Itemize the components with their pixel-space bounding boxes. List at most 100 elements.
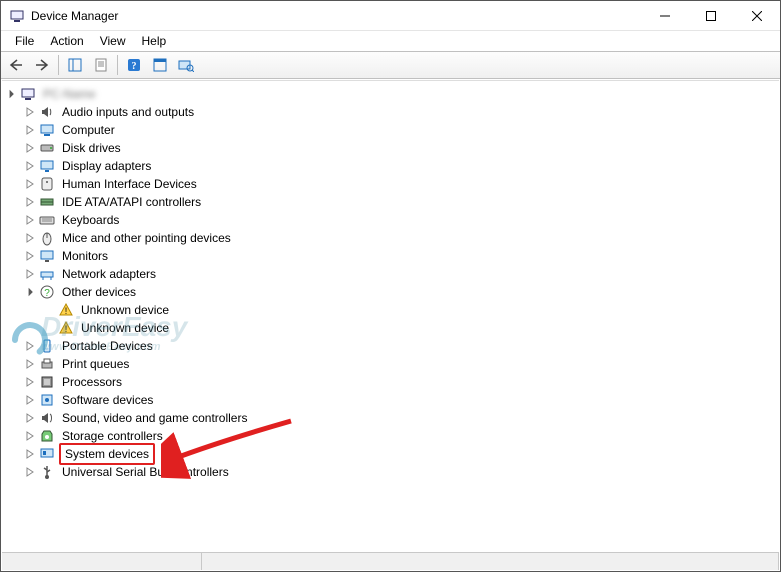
- computer-root-icon: [20, 86, 36, 102]
- tree-item[interactable]: System devices: [4, 445, 779, 463]
- software-icon: [39, 392, 55, 408]
- warning-icon: !: [58, 320, 74, 336]
- system-icon: [39, 446, 55, 462]
- toolbar-separator: [58, 55, 59, 75]
- menubar: File Action View Help: [1, 31, 780, 51]
- other-icon: ?: [39, 284, 55, 300]
- menu-action[interactable]: Action: [42, 32, 91, 50]
- tree-chevron-icon[interactable]: [23, 231, 37, 245]
- tree-chevron-icon[interactable]: [23, 411, 37, 425]
- tree-item[interactable]: Mice and other pointing devices: [4, 229, 779, 247]
- svg-text:!: !: [65, 324, 68, 334]
- tree-chevron-none: [42, 321, 56, 335]
- usb-icon: [39, 464, 55, 480]
- tree-chevron-icon[interactable]: [23, 375, 37, 389]
- computer-icon: [39, 122, 55, 138]
- tree-chevron-icon[interactable]: [23, 357, 37, 371]
- keyboard-icon: [39, 212, 55, 228]
- printer-icon: [39, 356, 55, 372]
- network-icon: [39, 266, 55, 282]
- status-cell: [202, 553, 779, 570]
- toolbar-separator: [117, 55, 118, 75]
- tree-item[interactable]: IDE ATA/ATAPI controllers: [4, 193, 779, 211]
- menu-help[interactable]: Help: [134, 32, 175, 50]
- tree-item-label: Other devices: [59, 282, 139, 302]
- device-tree-pane[interactable]: PC-NameAudio inputs and outputsComputerD…: [2, 80, 779, 551]
- tree-item-label: Keyboards: [59, 210, 122, 230]
- tree-item-label: Processors: [59, 372, 125, 392]
- tree-item[interactable]: ! Unknown device: [4, 301, 779, 319]
- tree-item-label: Audio inputs and outputs: [59, 102, 197, 122]
- tree-item[interactable]: Portable Devices: [4, 337, 779, 355]
- tree-item-label: Portable Devices: [59, 336, 156, 356]
- storage-icon: [39, 428, 55, 444]
- warning-icon: !: [58, 302, 74, 318]
- window-title: Device Manager: [31, 9, 118, 23]
- tree-item[interactable]: Software devices: [4, 391, 779, 409]
- tree-item[interactable]: Sound, video and game controllers: [4, 409, 779, 427]
- tree-root[interactable]: PC-Name: [4, 85, 779, 103]
- toolbar: ?: [1, 51, 780, 79]
- close-button[interactable]: [734, 1, 780, 31]
- tree-item[interactable]: Computer: [4, 121, 779, 139]
- tree-chevron-icon[interactable]: [23, 339, 37, 353]
- action-button[interactable]: [148, 54, 172, 76]
- tree-item[interactable]: ! Unknown device: [4, 319, 779, 337]
- help-button[interactable]: ?: [122, 54, 146, 76]
- svg-text:?: ?: [44, 288, 50, 299]
- tree-chevron-icon[interactable]: [23, 159, 37, 173]
- minimize-button[interactable]: [642, 1, 688, 31]
- tree-chevron-icon[interactable]: [23, 105, 37, 119]
- tree-item-label: Print queues: [59, 354, 132, 374]
- menu-view[interactable]: View: [92, 32, 134, 50]
- disk-icon: [39, 140, 55, 156]
- tree-item-label: IDE ATA/ATAPI controllers: [59, 192, 204, 212]
- tree-item[interactable]: Human Interface Devices: [4, 175, 779, 193]
- tree-chevron-icon[interactable]: [23, 429, 37, 443]
- tree-chevron-icon[interactable]: [23, 285, 37, 299]
- tree-item-label: Unknown device: [78, 318, 172, 338]
- tree-chevron-icon[interactable]: [23, 465, 37, 479]
- cpu-icon: [39, 374, 55, 390]
- tree-chevron-icon[interactable]: [23, 267, 37, 281]
- sound-icon: [39, 410, 55, 426]
- tree-item[interactable]: Print queues: [4, 355, 779, 373]
- tree-item[interactable]: Monitors: [4, 247, 779, 265]
- show-hide-tree-button[interactable]: [63, 54, 87, 76]
- tree-chevron-icon[interactable]: [23, 447, 37, 461]
- tree-chevron-icon[interactable]: [4, 87, 18, 101]
- tree-chevron-icon[interactable]: [23, 141, 37, 155]
- maximize-button[interactable]: [688, 1, 734, 31]
- tree-chevron-icon[interactable]: [23, 213, 37, 227]
- tree-item-label: Software devices: [59, 390, 156, 410]
- speaker-icon: [39, 104, 55, 120]
- tree-item-label: Computer: [59, 120, 118, 140]
- tree-item-label: Sound, video and game controllers: [59, 408, 250, 428]
- tree-item-label: Display adapters: [59, 156, 154, 176]
- tree-item[interactable]: Processors: [4, 373, 779, 391]
- hid-icon: [39, 176, 55, 192]
- tree-item[interactable]: ? Other devices: [4, 283, 779, 301]
- tree-chevron-icon[interactable]: [23, 177, 37, 191]
- tree-item[interactable]: Disk drives: [4, 139, 779, 157]
- display-icon: [39, 158, 55, 174]
- tree-item[interactable]: Display adapters: [4, 157, 779, 175]
- menu-file[interactable]: File: [7, 32, 42, 50]
- scan-hardware-button[interactable]: [174, 54, 198, 76]
- back-button[interactable]: [4, 54, 28, 76]
- app-icon: [9, 8, 25, 24]
- properties-button[interactable]: [89, 54, 113, 76]
- svg-text:!: !: [65, 306, 68, 316]
- mouse-icon: [39, 230, 55, 246]
- forward-button[interactable]: [30, 54, 54, 76]
- tree-item[interactable]: Keyboards: [4, 211, 779, 229]
- tree-item-label: Unknown device: [78, 300, 172, 320]
- tree-item[interactable]: Network adapters: [4, 265, 779, 283]
- tree-item[interactable]: Audio inputs and outputs: [4, 103, 779, 121]
- tree-chevron-icon[interactable]: [23, 393, 37, 407]
- tree-chevron-icon[interactable]: [23, 123, 37, 137]
- tree-item[interactable]: Universal Serial Bus controllers: [4, 463, 779, 481]
- tree-chevron-icon[interactable]: [23, 195, 37, 209]
- status-cell: [2, 553, 202, 570]
- tree-chevron-icon[interactable]: [23, 249, 37, 263]
